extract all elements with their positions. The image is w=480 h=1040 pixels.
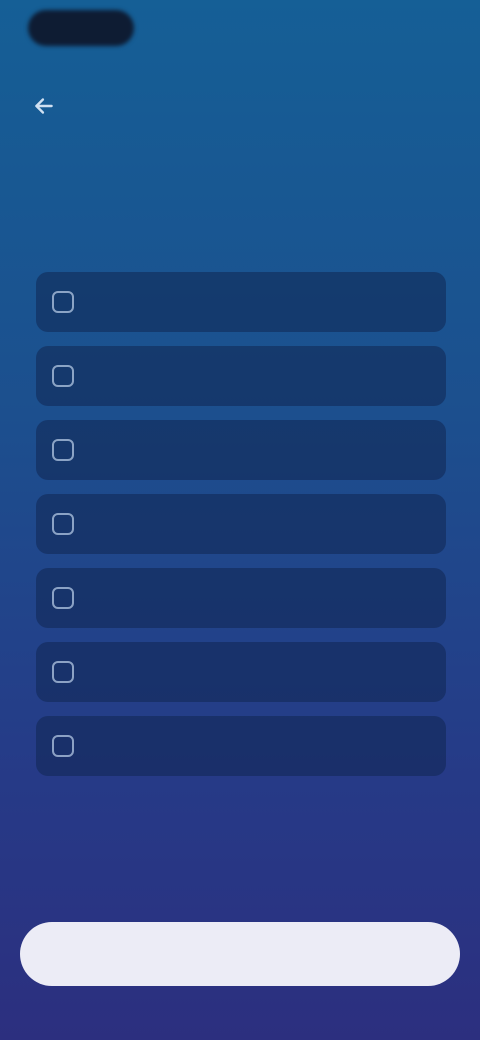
arrow-left-icon [31, 93, 57, 124]
back-button[interactable] [22, 86, 66, 130]
checkbox-icon[interactable] [52, 439, 74, 461]
option-item[interactable] [36, 494, 446, 554]
option-list [36, 272, 446, 790]
checkbox-icon[interactable] [52, 587, 74, 609]
continue-button[interactable] [20, 922, 460, 986]
option-item[interactable] [36, 346, 446, 406]
option-item[interactable] [36, 716, 446, 776]
option-item[interactable] [36, 272, 446, 332]
option-item[interactable] [36, 568, 446, 628]
checkbox-icon[interactable] [52, 513, 74, 535]
checkbox-icon[interactable] [52, 291, 74, 313]
option-item[interactable] [36, 642, 446, 702]
checkbox-icon[interactable] [52, 365, 74, 387]
checkbox-icon[interactable] [52, 661, 74, 683]
option-item[interactable] [36, 420, 446, 480]
checkbox-icon[interactable] [52, 735, 74, 757]
app-logo-icon [28, 10, 134, 46]
